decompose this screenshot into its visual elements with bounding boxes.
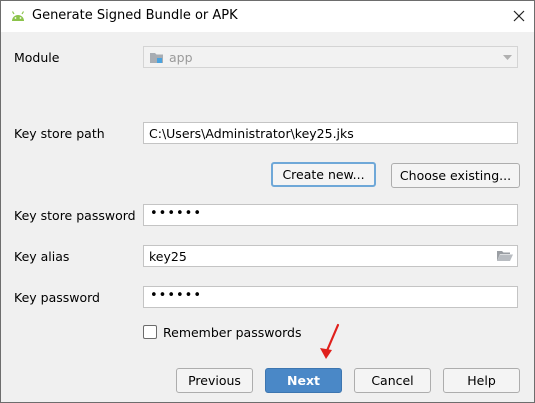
previous-button[interactable]: Previous [176,368,253,393]
window-title: Generate Signed Bundle or APK [32,8,238,23]
key-password-field[interactable]: •••••• [143,286,518,308]
keystore-password-label: Key store password [14,208,136,223]
folder-open-icon[interactable] [497,250,513,262]
keystore-path-label: Key store path [14,126,105,141]
next-button[interactable]: Next [265,368,342,393]
key-alias-label: Key alias [14,249,70,264]
module-selected-value: app [169,50,193,65]
keystore-path-field[interactable]: C:\Users\Administrator\key25.jks [143,122,518,144]
help-button[interactable]: Help [443,368,520,393]
close-icon [513,10,525,22]
keystore-password-mask: •••••• [150,206,203,221]
key-password-mask: •••••• [150,288,203,303]
remember-passwords-checkbox[interactable] [143,325,157,339]
keystore-password-field[interactable]: •••••• [143,204,518,226]
annotation-arrow-icon [320,323,340,359]
module-select[interactable]: app [143,46,518,68]
android-icon [11,11,25,21]
module-label: Module [14,50,60,65]
remember-passwords-label[interactable]: Remember passwords [163,325,301,340]
keystore-path-value: C:\Users\Administrator\key25.jks [149,126,354,141]
folder-module-icon [150,53,163,63]
generate-signed-apk-dialog: Generate Signed Bundle or APK Module app… [0,0,535,403]
choose-existing-button[interactable]: Choose existing... [391,163,520,188]
create-new-button[interactable]: Create new... [271,162,376,187]
key-password-label: Key password [14,290,100,305]
close-button[interactable] [504,1,534,32]
cancel-button[interactable]: Cancel [354,368,431,393]
key-alias-value: key25 [149,249,187,264]
key-alias-field[interactable]: key25 [143,245,518,267]
title-bar: Generate Signed Bundle or APK [1,1,534,32]
chevron-down-icon [503,55,512,60]
